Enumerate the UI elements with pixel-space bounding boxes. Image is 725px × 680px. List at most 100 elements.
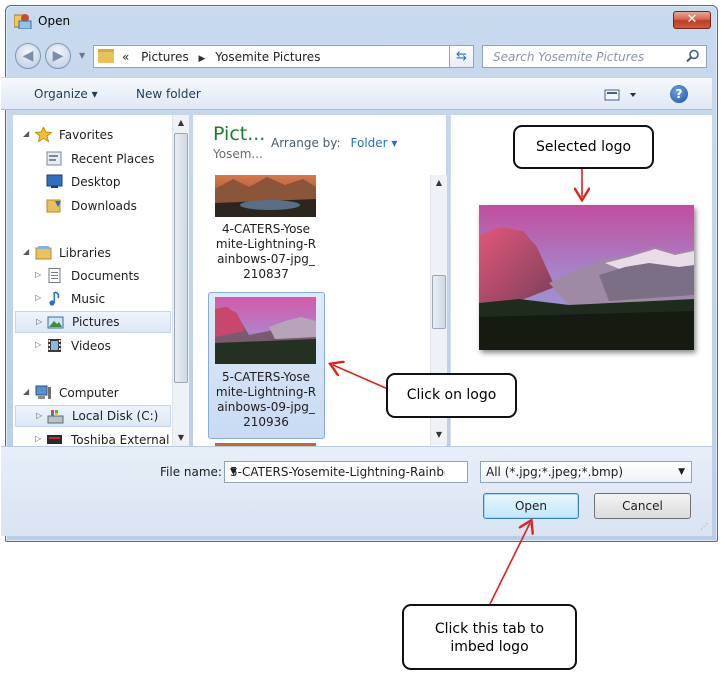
scroll-down-icon[interactable]: ▼ bbox=[431, 430, 447, 439]
nav-toshiba-external[interactable]: ▷ Toshiba External bbox=[13, 429, 171, 446]
callout-click-tab-line: Click this tab to bbox=[434, 621, 545, 637]
organize-button[interactable]: Organize ▾ bbox=[34, 87, 98, 101]
nav-local-disk[interactable]: ▷ Local Disk (C:) bbox=[15, 405, 171, 427]
file-thumbnail[interactable] bbox=[215, 175, 316, 217]
file-name-dropdown-icon[interactable]: ▼ bbox=[230, 467, 462, 477]
collapse-icon[interactable]: ◢ bbox=[23, 387, 29, 396]
scroll-down-icon[interactable]: ▼ bbox=[173, 433, 189, 442]
file-name-line: ainbows-09-jpg_ bbox=[217, 400, 315, 414]
scrollbar-thumb[interactable] bbox=[432, 275, 446, 329]
expand-icon[interactable]: ▷ bbox=[36, 411, 42, 420]
nav-videos-label: Videos bbox=[71, 339, 111, 353]
breadcrumb-separator-icon[interactable]: ▶ bbox=[199, 54, 206, 64]
callout-selected-logo: Selected logo bbox=[513, 125, 654, 169]
expand-icon[interactable]: ▷ bbox=[35, 270, 41, 279]
pictures-icon bbox=[47, 316, 64, 329]
preview-image bbox=[479, 205, 694, 350]
file-type-select[interactable]: All (*.jpg;*.jpeg;*.bmp) ▼ bbox=[480, 461, 692, 483]
file-name-line: 210837 bbox=[243, 267, 289, 281]
scroll-up-icon[interactable]: ▲ bbox=[173, 118, 189, 127]
breadcrumb-pictures[interactable]: Pictures bbox=[141, 50, 189, 64]
search-box[interactable]: Search Yosemite Pictures bbox=[482, 45, 707, 68]
documents-icon bbox=[48, 268, 61, 283]
nav-videos[interactable]: ▷ Videos bbox=[13, 335, 171, 357]
callout-click-tab-line: imbed logo bbox=[450, 639, 529, 655]
arrange-by: Arrange by: Folder ▾ bbox=[271, 136, 397, 150]
file-name-label-text: File name: bbox=[160, 465, 222, 479]
file-thumbnail[interactable] bbox=[215, 297, 316, 364]
nav-pictures[interactable]: ▷ Pictures bbox=[15, 311, 171, 333]
nav-libraries[interactable]: ◢ Libraries bbox=[13, 242, 171, 264]
back-arrow-icon: ◀ bbox=[22, 48, 34, 64]
computer-icon bbox=[35, 385, 51, 399]
star-icon bbox=[35, 127, 52, 142]
search-icon[interactable] bbox=[686, 49, 700, 63]
expand-icon[interactable]: ▷ bbox=[36, 317, 42, 326]
libraries-icon bbox=[35, 246, 52, 260]
nav-documents-label: Documents bbox=[71, 269, 140, 283]
local-disk-icon bbox=[47, 410, 64, 424]
search-input[interactable]: Search Yosemite Pictures bbox=[493, 50, 644, 64]
callout-click-logo: Click on logo bbox=[386, 373, 517, 418]
breadcrumb-overflow[interactable]: « bbox=[122, 50, 129, 64]
recent-places-icon bbox=[46, 151, 62, 166]
library-title: Pict... bbox=[213, 123, 266, 145]
collapse-icon[interactable]: ◢ bbox=[23, 129, 29, 138]
nav-music-label: Music bbox=[71, 292, 106, 306]
navigation-pane: ◢ Favorites Recent Places Desktop Downlo… bbox=[13, 115, 189, 446]
new-folder-button[interactable]: New folder bbox=[136, 87, 201, 101]
breadcrumb: « Pictures ▶ Yosemite Pictures bbox=[122, 50, 320, 64]
resize-grip-icon[interactable]: ⋰ bbox=[700, 522, 708, 531]
nav-music[interactable]: ▷ Music bbox=[13, 288, 171, 310]
nav-documents[interactable]: ▷ Documents bbox=[13, 265, 171, 287]
file-name-line: 5-CATERS-Yose bbox=[221, 370, 311, 384]
cancel-button[interactable]: Cancel bbox=[594, 493, 691, 519]
file-name-line: 210936 bbox=[243, 415, 289, 429]
help-icon[interactable]: ? bbox=[670, 85, 688, 103]
recent-locations-dropdown-icon[interactable]: ▼ bbox=[79, 51, 89, 60]
expand-icon[interactable]: ▷ bbox=[35, 293, 41, 302]
scroll-up-icon[interactable]: ▲ bbox=[431, 178, 447, 187]
external-drive-icon bbox=[47, 435, 62, 444]
nav-recent-places[interactable]: Recent Places bbox=[13, 148, 171, 170]
arrange-by-label: Arrange by: bbox=[271, 136, 341, 150]
landscape-preview-image bbox=[479, 205, 694, 350]
file-name-label: 5-CATERS-Yose mite-Lightning-R ainbows-0… bbox=[206, 370, 326, 430]
nav-computer[interactable]: ◢ Computer bbox=[13, 382, 171, 404]
nav-toshiba-external-label: Toshiba External bbox=[71, 433, 170, 446]
arrange-by-dropdown[interactable]: Folder ▾ bbox=[351, 136, 398, 150]
nav-local-disk-label: Local Disk (C:) bbox=[72, 409, 159, 423]
downloads-icon bbox=[46, 199, 61, 213]
scrollbar-thumb[interactable] bbox=[174, 133, 188, 383]
back-button[interactable]: ◀ bbox=[15, 43, 41, 69]
nav-favorites[interactable]: ◢ Favorites bbox=[13, 124, 171, 146]
file-name-line: ainbows-07-jpg_ bbox=[217, 252, 315, 266]
nav-pictures-label: Pictures bbox=[72, 315, 120, 329]
close-button[interactable]: ✕ bbox=[673, 11, 711, 29]
change-view-icon[interactable] bbox=[604, 87, 638, 103]
file-name-label: 4-CATERS-Yose mite-Lightning-R ainbows-0… bbox=[206, 222, 326, 282]
refresh-icon: ⇆ bbox=[456, 49, 467, 64]
callout-click-tab: Click this tab to imbed logo bbox=[402, 604, 577, 670]
breadcrumb-yosemite-pictures[interactable]: Yosemite Pictures bbox=[215, 50, 320, 64]
collapse-icon[interactable]: ◢ bbox=[23, 247, 29, 256]
nav-desktop-label: Desktop bbox=[71, 175, 121, 189]
desktop-icon bbox=[46, 174, 63, 188]
chevron-down-icon[interactable]: ▼ bbox=[678, 467, 685, 477]
nav-downloads[interactable]: Downloads bbox=[13, 195, 171, 217]
nav-desktop[interactable]: Desktop bbox=[13, 171, 171, 193]
file-name-combobox[interactable]: 5-CATERS-Yosemite-Lightning-Rainbows-09-… bbox=[224, 461, 468, 483]
address-bar[interactable]: « Pictures ▶ Yosemite Pictures ▼ bbox=[93, 45, 474, 68]
expand-icon[interactable]: ▷ bbox=[35, 340, 41, 349]
expand-icon[interactable]: ▷ bbox=[35, 434, 41, 443]
pictures-app-icon bbox=[14, 14, 32, 29]
forward-arrow-icon: ▶ bbox=[52, 48, 64, 64]
nav-computer-label: Computer bbox=[59, 386, 119, 400]
refresh-button[interactable]: ⇆ bbox=[449, 45, 474, 68]
videos-icon bbox=[48, 339, 61, 352]
navigation-scrollbar[interactable]: ▲ ▼ bbox=[172, 115, 189, 446]
landscape-thumbnail-image bbox=[215, 297, 316, 364]
open-button[interactable]: Open bbox=[483, 493, 579, 519]
library-subtitle: Yosem... bbox=[213, 147, 263, 161]
forward-button[interactable]: ▶ bbox=[45, 43, 71, 69]
